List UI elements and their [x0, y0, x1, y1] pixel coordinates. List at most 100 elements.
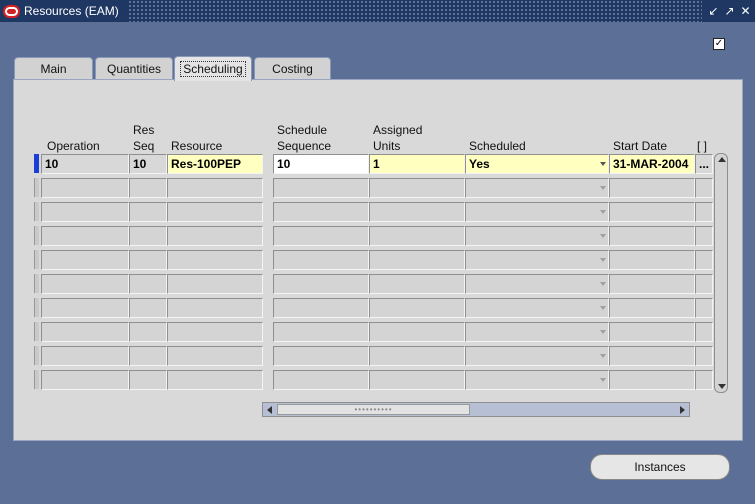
cell-res-seq[interactable] — [129, 298, 167, 318]
chevron-down-icon[interactable] — [600, 306, 606, 310]
cell-operation[interactable] — [41, 226, 129, 246]
cell-res-seq[interactable] — [129, 202, 167, 222]
chevron-down-icon[interactable] — [600, 282, 606, 286]
scroll-thumb[interactable]: •••••••••• — [277, 404, 470, 415]
row-indicator[interactable] — [34, 322, 39, 341]
cell-resource[interactable] — [167, 370, 263, 390]
cell-resource[interactable] — [167, 298, 263, 318]
cell-assigned-units[interactable] — [369, 226, 465, 246]
cell-start-date[interactable] — [609, 250, 695, 270]
cell-assigned-units[interactable]: 1 — [369, 154, 465, 174]
cell-resource[interactable] — [167, 202, 263, 222]
tab-costing[interactable]: Costing — [254, 57, 331, 80]
scroll-left-icon[interactable] — [267, 406, 272, 414]
chevron-down-icon[interactable] — [600, 186, 606, 190]
cell-res-seq[interactable] — [129, 226, 167, 246]
cell-resource[interactable] — [167, 346, 263, 366]
minimize-icon[interactable]: ↙ — [708, 5, 719, 17]
cell-start-date[interactable] — [609, 226, 695, 246]
cell-schedule-sequence[interactable]: 10 — [273, 154, 369, 174]
cell-start-date[interactable] — [609, 298, 695, 318]
tab-main[interactable]: Main — [14, 57, 93, 80]
cell-resource[interactable] — [167, 274, 263, 294]
cell-start-date[interactable] — [609, 202, 695, 222]
cell-operation[interactable] — [41, 250, 129, 270]
cell-extra[interactable] — [695, 346, 713, 366]
cell-extra[interactable] — [695, 298, 713, 318]
cell-operation[interactable] — [41, 370, 129, 390]
cell-schedule-sequence[interactable] — [273, 250, 369, 270]
cell-scheduled[interactable] — [465, 226, 609, 246]
cell-schedule-sequence[interactable] — [273, 346, 369, 366]
cell-resource[interactable] — [167, 322, 263, 342]
cell-schedule-sequence[interactable] — [273, 322, 369, 342]
cell-operation[interactable] — [41, 178, 129, 198]
cell-start-date[interactable] — [609, 346, 695, 366]
scroll-up-icon[interactable] — [718, 157, 726, 162]
row-indicator[interactable] — [34, 250, 39, 269]
chevron-down-icon[interactable] — [600, 234, 606, 238]
cell-start-date[interactable] — [609, 178, 695, 198]
cell-assigned-units[interactable] — [369, 298, 465, 318]
cell-scheduled[interactable] — [465, 250, 609, 270]
cell-assigned-units[interactable] — [369, 250, 465, 270]
chevron-down-icon[interactable] — [600, 330, 606, 334]
row-indicator[interactable] — [34, 202, 39, 221]
cell-schedule-sequence[interactable] — [273, 298, 369, 318]
cell-res-seq[interactable] — [129, 346, 167, 366]
cell-operation[interactable] — [41, 298, 129, 318]
horizontal-scrollbar[interactable]: •••••••••• — [262, 402, 690, 417]
cell-schedule-sequence[interactable] — [273, 370, 369, 390]
row-indicator[interactable] — [34, 298, 39, 317]
cell-res-seq[interactable] — [129, 274, 167, 294]
scroll-right-icon[interactable] — [680, 406, 685, 414]
cell-scheduled[interactable]: Yes — [465, 154, 609, 174]
cell-start-date[interactable] — [609, 274, 695, 294]
cell-start-date[interactable] — [609, 322, 695, 342]
cell-assigned-units[interactable] — [369, 370, 465, 390]
chevron-down-icon[interactable] — [600, 378, 606, 382]
row-indicator[interactable] — [34, 226, 39, 245]
cell-operation[interactable] — [41, 322, 129, 342]
chevron-down-icon[interactable] — [600, 354, 606, 358]
cell-schedule-sequence[interactable] — [273, 274, 369, 294]
cell-operation[interactable] — [41, 346, 129, 366]
cell-start-date[interactable] — [609, 370, 695, 390]
cell-res-seq[interactable] — [129, 178, 167, 198]
cell-resource[interactable]: Res-100PEP — [167, 154, 263, 174]
tab-scheduling[interactable]: Scheduling — [174, 56, 252, 81]
chevron-down-icon[interactable] — [600, 258, 606, 262]
cell-extra[interactable] — [695, 178, 713, 198]
cell-scheduled[interactable] — [465, 346, 609, 366]
close-icon[interactable]: ✕ — [740, 5, 751, 17]
cell-scheduled[interactable] — [465, 298, 609, 318]
cell-extra[interactable] — [695, 322, 713, 342]
cell-resource[interactable] — [167, 250, 263, 270]
cell-assigned-units[interactable] — [369, 202, 465, 222]
cell-res-seq[interactable]: 10 — [129, 154, 167, 174]
cell-scheduled[interactable] — [465, 178, 609, 198]
cell-scheduled[interactable] — [465, 274, 609, 294]
cell-start-date[interactable]: 31-MAR-2004 — [609, 154, 695, 174]
cell-assigned-units[interactable] — [369, 346, 465, 366]
cell-extra[interactable] — [695, 274, 713, 294]
cell-res-seq[interactable] — [129, 370, 167, 390]
chevron-down-icon[interactable] — [600, 162, 606, 166]
cell-operation[interactable] — [41, 202, 129, 222]
cell-extra[interactable] — [695, 226, 713, 246]
tab-quantities[interactable]: Quantities — [95, 57, 173, 80]
row-indicator[interactable] — [34, 274, 39, 293]
cell-extra[interactable] — [695, 202, 713, 222]
cell-schedule-sequence[interactable] — [273, 202, 369, 222]
cell-assigned-units[interactable] — [369, 274, 465, 294]
cell-scheduled[interactable] — [465, 370, 609, 390]
row-indicator[interactable] — [34, 370, 39, 389]
vertical-scrollbar[interactable] — [714, 153, 728, 393]
scroll-down-icon[interactable] — [718, 384, 726, 389]
cell-operation[interactable]: 10 — [41, 154, 129, 174]
current-row-indicator[interactable] — [34, 154, 39, 173]
cell-schedule-sequence[interactable] — [273, 178, 369, 198]
cell-resource[interactable] — [167, 178, 263, 198]
cell-resource[interactable] — [167, 226, 263, 246]
maximize-icon[interactable]: ↗ — [724, 5, 735, 17]
